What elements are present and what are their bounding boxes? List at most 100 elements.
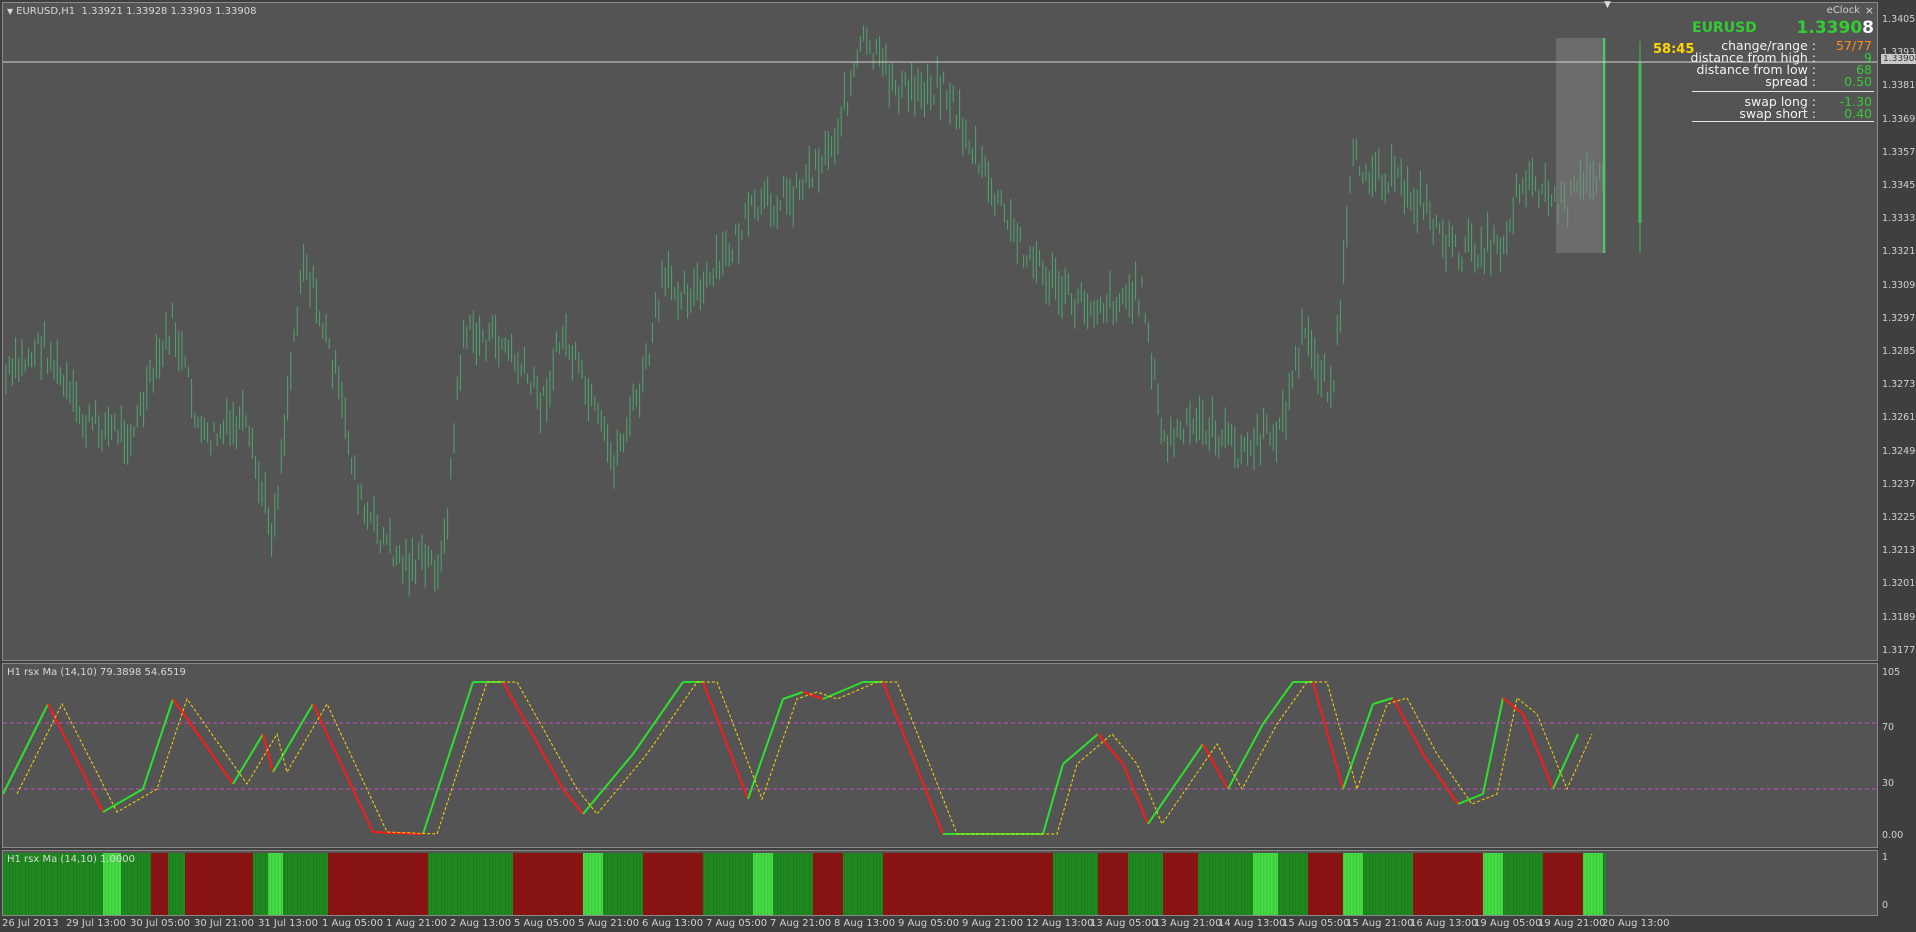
price-axis-label: 1.32850: [1882, 346, 1916, 357]
oscillator-axis-label: 70: [1882, 722, 1895, 733]
oscillator-segment: [142, 698, 174, 790]
price-chart-pane[interactable]: ▼ EURUSD,H1 1.33921 1.33928 1.33903 1.339…: [2, 2, 1878, 661]
price-axis-label: 1.33330: [1882, 213, 1916, 225]
price-axis-label: 1.32130: [1882, 545, 1916, 557]
signal-bar-block: [583, 853, 603, 915]
time-axis-label: 16 Aug 13:00: [1410, 918, 1478, 929]
oscillator-segment: [1392, 697, 1424, 755]
price-axis-label: 1.31890: [1882, 611, 1916, 623]
oscillator-segment: [1342, 703, 1374, 790]
time-axis-label: 15 Aug 05:00: [1282, 918, 1350, 929]
time-axis-label: 19 Aug 21:00: [1538, 918, 1606, 929]
live-candle-body: [1638, 63, 1642, 223]
price-axis-label: 1.32970: [1882, 312, 1916, 324]
chart-shift-marker-icon[interactable]: ▼: [1604, 0, 1611, 10]
signal-bar-block: [843, 853, 883, 915]
price-axis-label: 1.32490: [1882, 445, 1916, 457]
time-axis-label: 1 Aug 05:00: [322, 918, 384, 929]
time-axis-label: 30 Jul 21:00: [194, 918, 254, 929]
eclock-row-value: 0.40: [1844, 106, 1872, 121]
oscillator-segment: [1147, 743, 1204, 825]
current-bar-highlight: [1556, 38, 1606, 253]
oscillator-segment: [582, 753, 634, 815]
oscillator-segment: [1552, 733, 1579, 790]
eclock-row-label: spread :: [1765, 74, 1816, 89]
eclock-close-button[interactable]: ×: [1865, 4, 1874, 17]
signal-bar-block: [1363, 853, 1413, 915]
oscillator-segment: [1422, 753, 1459, 805]
eclock-separator: [1692, 91, 1874, 92]
oscillator-axis-label: 0.00: [1882, 830, 1904, 841]
price-axis-label: 1.33810: [1882, 80, 1916, 92]
price-axis[interactable]: 1.34050 1.33930 1.33810 1.33690 1.33570 1.334…: [1880, 2, 1916, 661]
oscillator-segment: [502, 681, 564, 790]
oscillator-segment: [47, 703, 104, 813]
signal-bar-block: [283, 853, 328, 915]
oscillator-segment: [422, 681, 474, 835]
signal-bars-axis: 10: [1880, 850, 1916, 916]
time-axis[interactable]: 26 Jul 2013 29 Jul 13:00 30 Jul 05:00 30 Ju…: [0, 918, 1916, 932]
price-axis-label: 1.33930: [1882, 47, 1916, 59]
time-axis-label: 13 Aug 21:00: [1154, 918, 1222, 929]
oscillator-segment: [232, 733, 264, 785]
oscillator-pane[interactable]: H1 rsx Ma (14,10) 79.3898 54.6519: [2, 663, 1878, 848]
time-axis-label: 31 Jul 13:00: [258, 918, 318, 929]
oscillator-segment: [632, 681, 684, 755]
signal-bar-block: [1308, 853, 1343, 915]
signal-bar-block: [328, 853, 428, 915]
time-axis-label: 30 Jul 05:00: [130, 918, 190, 929]
time-axis-label: 14 Aug 13:00: [1218, 918, 1286, 929]
signal-bars-axis-label: 1: [1882, 852, 1889, 863]
oscillator-segment: [782, 691, 804, 700]
price-axis-label: 1.33090: [1882, 279, 1916, 291]
time-axis-label: 9 Aug 05:00: [898, 918, 960, 929]
time-axis-label: 8 Aug 13:00: [834, 918, 896, 929]
signal-bars-axis-label: 0: [1882, 900, 1889, 911]
time-axis-label: 6 Aug 13:00: [642, 918, 704, 929]
oscillator-segment: [172, 698, 234, 785]
signal-bar-block: [268, 853, 283, 915]
oscillator-segment: [262, 733, 274, 773]
time-axis-label: 12 Aug 13:00: [1026, 918, 1094, 929]
signal-bars-pane[interactable]: H1 rsx Ma (14,10) 1.0000: [2, 850, 1878, 916]
time-axis-label: 7 Aug 05:00: [706, 918, 768, 929]
oscillator-segment: [1097, 733, 1124, 765]
time-axis-label: 15 Aug 21:00: [1346, 918, 1414, 929]
eclock-row-label: swap short :: [1739, 106, 1816, 121]
eclock-row-value: 0.50: [1844, 74, 1872, 89]
time-axis-label: 13 Aug 05:00: [1090, 918, 1158, 929]
price-axis-label: 1.33210: [1882, 246, 1916, 258]
signal-bar-block: [1483, 853, 1503, 915]
oscillator-axis-label: 105: [1882, 667, 1901, 678]
price-bars: [3, 25, 1877, 597]
time-axis-label: 19 Aug 05:00: [1474, 918, 1542, 929]
candle-timer: 58:45: [1653, 42, 1695, 57]
signal-bar-block: [753, 853, 773, 915]
signal-bar-block: [773, 853, 813, 915]
price-axis-label: 1.32250: [1882, 512, 1916, 523]
oscillator-segment: [1122, 763, 1149, 825]
oscillator-segment: [1062, 733, 1099, 765]
time-axis-label: 20 Aug 13:00: [1602, 918, 1670, 929]
oscillator-segment: [882, 681, 944, 835]
eclock-title: eClock: [1826, 5, 1860, 16]
time-axis-label: 26 Jul 2013: [2, 918, 59, 929]
signal-bar-block: [1253, 853, 1278, 915]
oscillator-segment: [1312, 681, 1344, 790]
price-axis-label: 1.33450: [1882, 180, 1916, 191]
time-axis-label: 5 Aug 05:00: [514, 918, 576, 929]
price-axis-label: 1.32610: [1882, 412, 1916, 424]
time-axis-label: 9 Aug 21:00: [962, 918, 1024, 929]
eclock-row-spread: spread : 0.50: [1690, 74, 1874, 89]
signal-bars-title: H1 rsx Ma (14,10) 1.0000: [7, 854, 136, 865]
eclock-separator: [1692, 121, 1874, 122]
oscillator-segment: [102, 788, 144, 813]
oscillator-axis: 105 70 30 0.00: [1880, 663, 1916, 848]
eclock-price: 1.33908: [1797, 18, 1874, 38]
price-axis-label: 1.32010: [1882, 578, 1916, 590]
eclock-row-swap-short: swap short : 0.40: [1690, 106, 1874, 121]
price-axis-label: 1.33570: [1882, 146, 1916, 158]
time-axis-label: 5 Aug 21:00: [578, 918, 640, 929]
oscillator-signal-line: [16, 681, 1593, 835]
eclock-symbol: EURUSD: [1692, 20, 1757, 36]
